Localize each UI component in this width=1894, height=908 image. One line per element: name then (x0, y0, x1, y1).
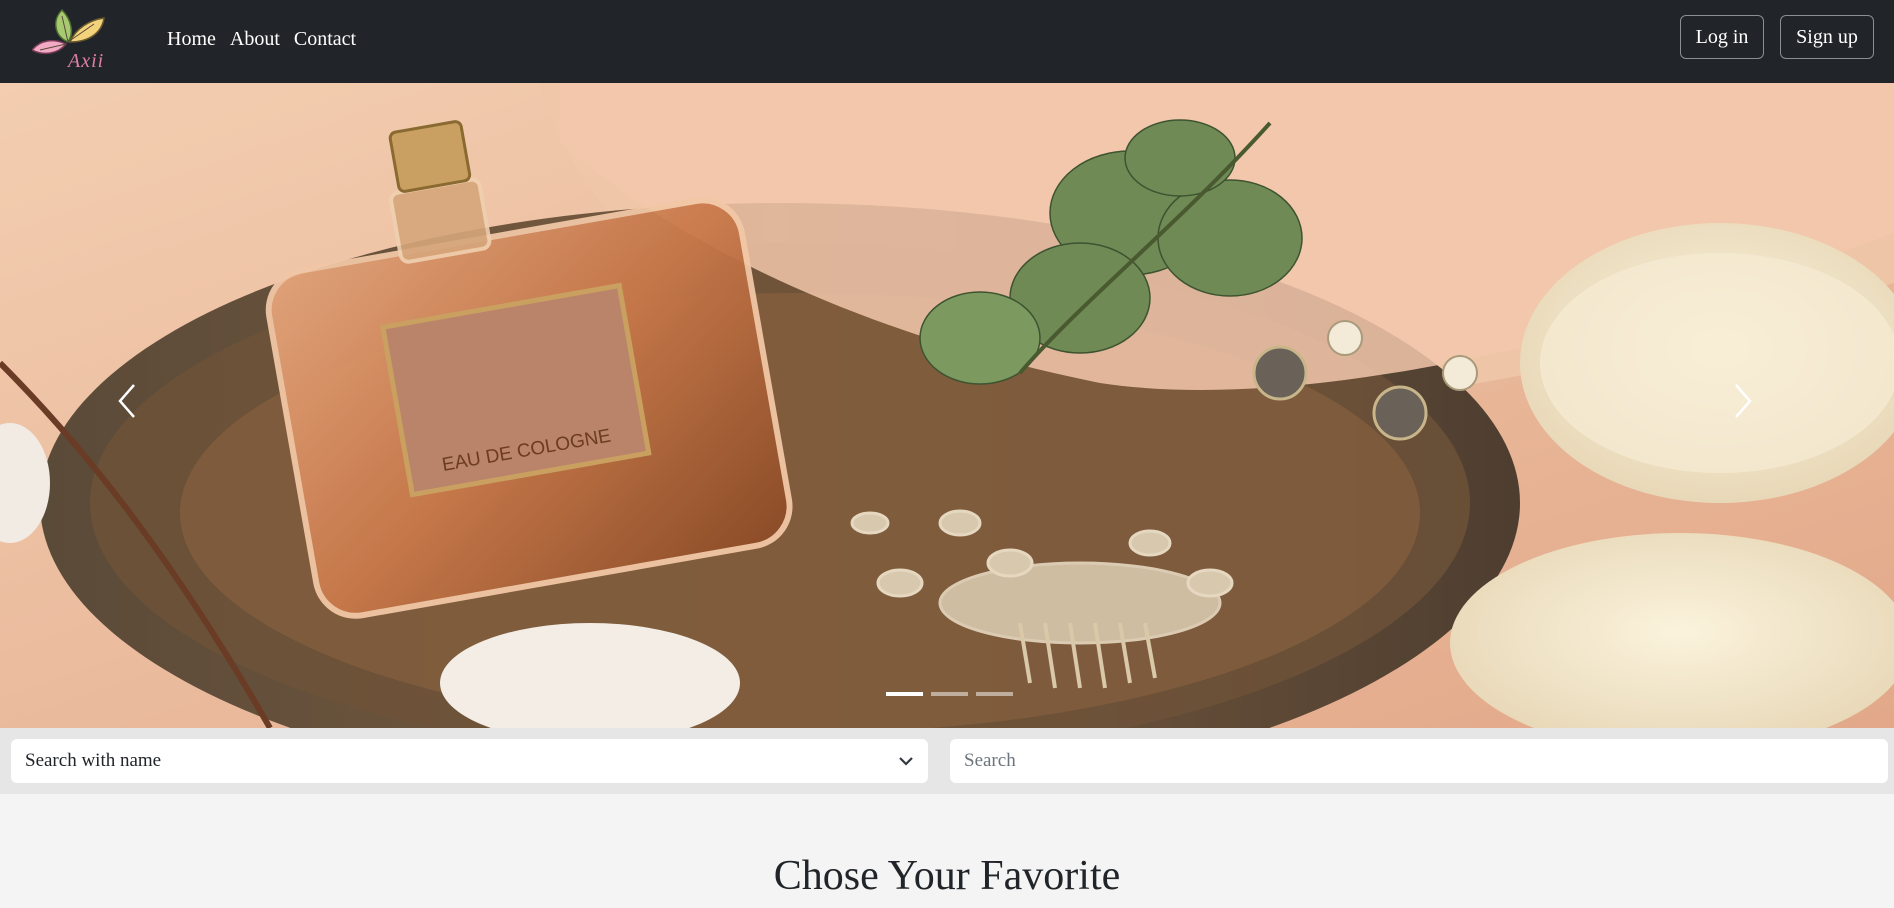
signup-button[interactable]: Sign up (1780, 15, 1874, 59)
search-input[interactable] (950, 739, 1888, 783)
login-button[interactable]: Log in (1680, 15, 1764, 59)
carousel-indicator-3[interactable] (976, 692, 1013, 696)
chevron-left-icon (118, 384, 135, 418)
carousel-indicator-1[interactable] (886, 692, 923, 696)
hero-image: EAU DE COLOGNE (0, 83, 1894, 728)
carousel-indicator-2[interactable] (931, 692, 968, 696)
nav-link-home[interactable]: Home (167, 26, 216, 52)
auth-buttons: Log in Sign up (1680, 15, 1874, 59)
carousel-next-button[interactable] (1728, 381, 1788, 441)
search-bar: Search with name (0, 728, 1894, 794)
brand-logo[interactable]: Axii (30, 6, 118, 72)
chevron-down-icon (899, 757, 913, 766)
nav-link-contact[interactable]: Contact (294, 26, 356, 52)
search-type-value: Search with name (25, 750, 162, 771)
carousel-prev-button[interactable] (112, 381, 172, 441)
hero-carousel: EAU DE COLOGNE (0, 83, 1894, 728)
nav-link-about[interactable]: About (230, 26, 280, 52)
search-type-select[interactable]: Search with name (11, 739, 928, 783)
chevron-right-icon (1735, 384, 1752, 418)
carousel-indicators (886, 692, 1013, 696)
section-title: Chose Your Favorite (773, 853, 1121, 899)
navbar: Axii Home About Contact Log in Sign up (0, 0, 1894, 83)
nav-links: Home About Contact (167, 26, 356, 52)
brand-logo-text: Axii (68, 50, 105, 72)
